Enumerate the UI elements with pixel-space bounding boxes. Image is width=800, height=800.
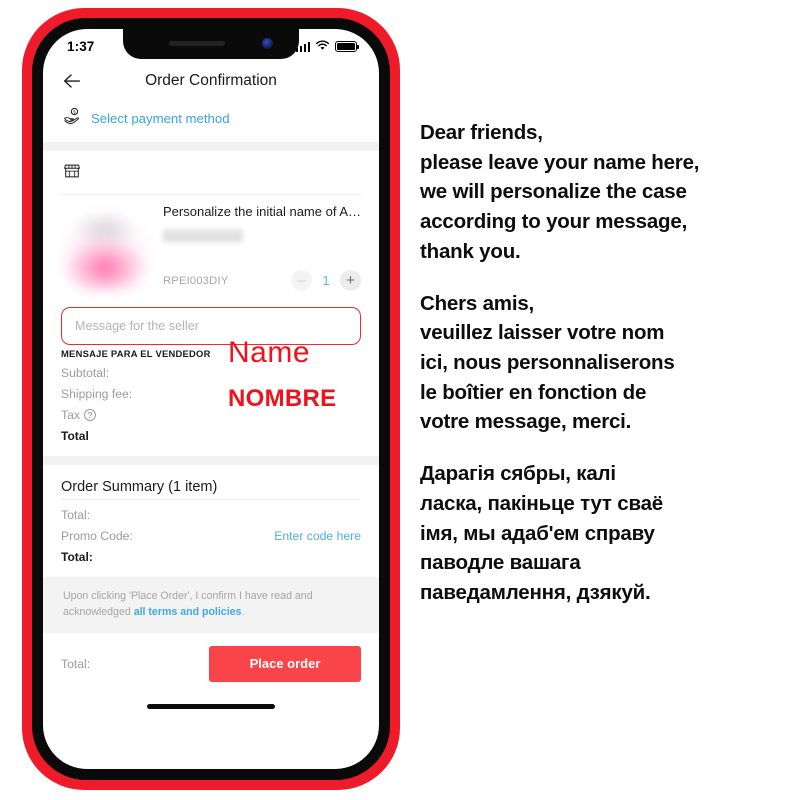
phone-device: 1:37 Order Confirmation $ Select payment… <box>22 8 400 790</box>
help-question-icon[interactable]: ? <box>83 409 96 422</box>
enter-promo-code-link[interactable]: Enter code here <box>274 529 361 543</box>
storefront-icon <box>63 164 81 184</box>
back-arrow-icon[interactable] <box>61 70 83 92</box>
place-order-button[interactable]: Place order <box>209 645 361 682</box>
tax-label-wrap: Tax? <box>61 408 96 422</box>
navigation-bar: Order Confirmation <box>43 60 379 102</box>
tax-label: Tax <box>61 407 80 422</box>
annotation-name-english: Name <box>228 336 311 369</box>
order-summary-section: Order Summary (1 item) <box>43 465 379 499</box>
product-variant-blurred <box>163 228 243 242</box>
product-image <box>61 203 149 291</box>
message-spanish-label: MENSAJE PARA EL VENDEDOR <box>61 348 211 359</box>
annotation-name-spanish: NOMBRE <box>228 385 337 412</box>
select-payment-method-row[interactable]: $ Select payment method <box>43 102 379 142</box>
summary-row-grand-total: Total: <box>61 546 361 567</box>
section-divider-2 <box>43 456 379 465</box>
cellular-signal-icon <box>295 41 310 52</box>
instructions-french: Chers amis, veuillez laisser votre nom i… <box>420 291 675 434</box>
status-bar-icons <box>295 34 360 56</box>
grand-total-label: Total: <box>61 549 93 564</box>
store-row[interactable] <box>43 151 379 194</box>
page-title: Order Confirmation <box>145 72 277 89</box>
product-details: Personalize the initial name of Ai... RP… <box>163 203 361 291</box>
wifi-icon <box>315 38 330 56</box>
summary-row-promo[interactable]: Promo Code: Enter code here <box>61 525 361 546</box>
home-indicator[interactable] <box>147 703 275 709</box>
product-sku: RPEI003DIY <box>163 274 229 287</box>
instructions-belarusian: Дарагія сябры, калі ласка, пакіньце тут … <box>420 462 663 605</box>
instructions-english: Dear friends, please leave your name her… <box>420 121 700 263</box>
subtotal-label: Subtotal: <box>61 365 110 380</box>
order-summary-heading: Order Summary (1 item) <box>61 479 218 495</box>
status-bar-time: 1:37 <box>67 39 95 54</box>
terms-text-after: . <box>241 606 245 619</box>
checkout-bar: Total: Place order <box>43 632 379 692</box>
message-for-seller-input[interactable]: Message for the seller <box>61 307 361 345</box>
instructions-panel: Dear friends, please leave your name her… <box>420 118 792 608</box>
product-title: Personalize the initial name of Ai... <box>163 204 361 219</box>
totals-row-subtotal: Subtotal: <box>61 362 361 383</box>
battery-icon <box>335 41 360 52</box>
section-divider <box>43 142 379 151</box>
select-payment-method-label: Select payment method <box>91 110 230 126</box>
totals-row-total: Total <box>61 425 361 446</box>
screenshot-root: 1:37 Order Confirmation $ Select payment… <box>0 0 800 800</box>
summary-total-label: Total: <box>61 507 91 522</box>
hand-holding-money-icon: $ <box>63 106 82 130</box>
order-summary-rows: Total: Promo Code: Enter code here Total… <box>43 500 379 577</box>
shipping-fee-label: Shipping fee: <box>61 386 133 401</box>
checkout-total-label: Total: <box>61 656 91 671</box>
product-row[interactable]: Personalize the initial name of Ai... RP… <box>43 195 379 303</box>
message-placeholder: Message for the seller <box>75 319 199 333</box>
message-for-seller-section: Message for the seller <box>43 303 379 345</box>
quantity-value: 1 <box>322 273 330 288</box>
product-bottom-row: RPEI003DIY – 1 + <box>163 270 361 291</box>
terms-notice: Upon clicking 'Place Order', I confirm I… <box>43 577 379 633</box>
svg-text:$: $ <box>73 110 76 116</box>
quantity-decrease-button[interactable]: – <box>291 270 312 291</box>
total-label: Total <box>61 428 89 443</box>
all-terms-and-policies-link[interactable]: all terms and policies <box>134 606 242 618</box>
quantity-stepper[interactable]: – 1 + <box>291 270 361 291</box>
promo-code-label: Promo Code: <box>61 528 133 543</box>
quantity-increase-button[interactable]: + <box>340 270 361 291</box>
summary-row-total: Total: <box>61 504 361 525</box>
status-bar: 1:37 <box>43 29 379 60</box>
